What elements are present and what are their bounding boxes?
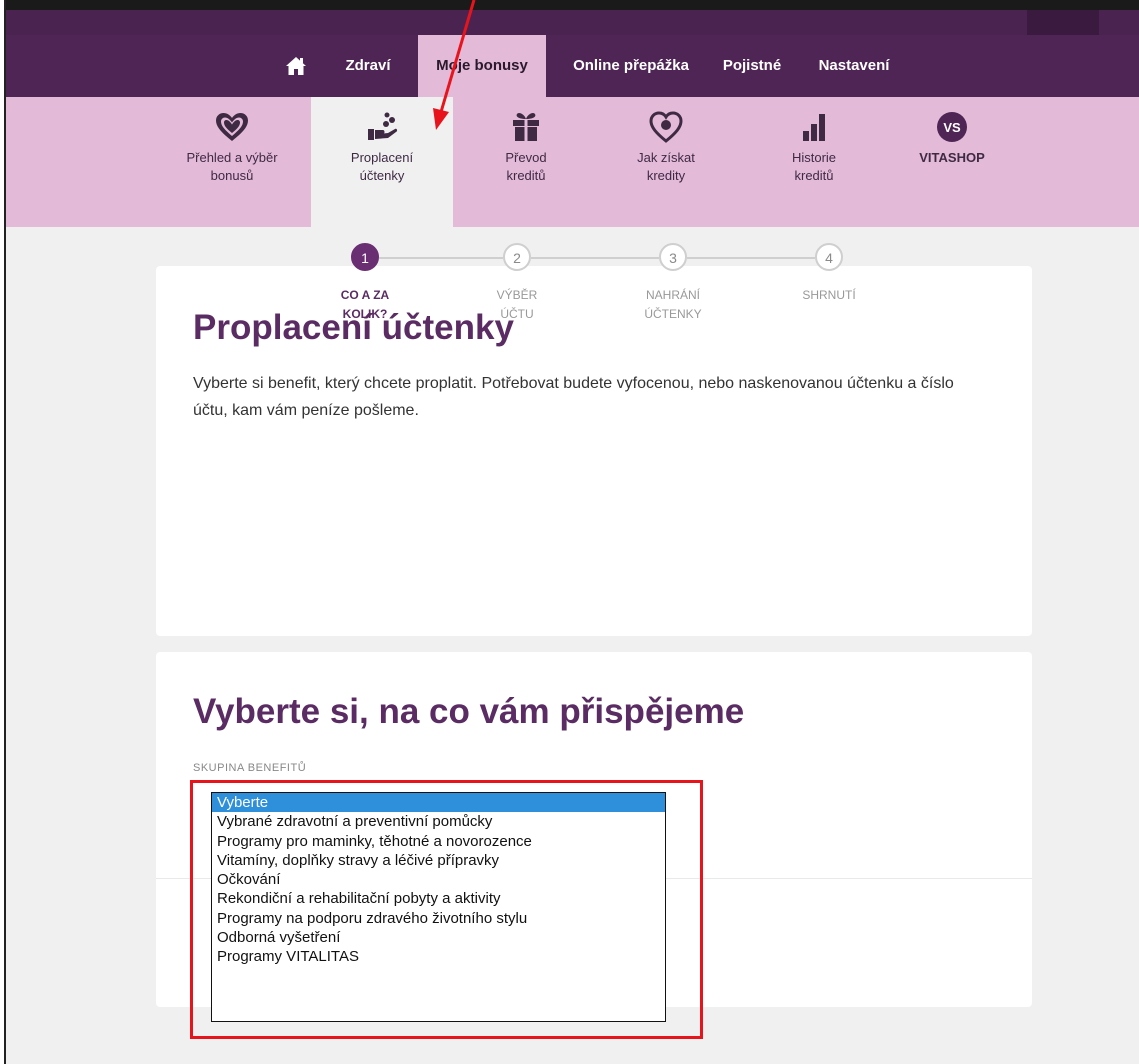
top-band [6,0,1139,35]
sub-nav-prehled[interactable]: Přehled a výběr bonusů [162,97,302,227]
step-connector [687,257,815,259]
sub-nav-jak-ziskat-line2: kredity [646,168,686,183]
main-nav-online-prepazka[interactable]: Online přepážka [556,35,706,97]
gift-icon [513,113,539,141]
step-2-circle[interactable]: 2 [503,243,531,271]
sub-nav-proplaceni-line2: účtenky [359,168,405,183]
sub-nav-prevod[interactable]: Převod kreditů [456,97,596,227]
bar-chart-icon [803,114,825,141]
sub-nav: Přehled a výběr bonusů Proplacení účtenk… [6,97,1139,227]
main-nav-home[interactable] [271,35,321,97]
sub-nav-historie[interactable]: Historie kreditů [744,97,884,227]
step-1-label: CO A ZA KOLIK? [305,286,425,324]
step-2-label: VÝBĚR ÚČTU [457,286,577,324]
step-2-label-line1: VÝBĚR [496,288,538,302]
main-nav-moje-bonusy[interactable]: Moje bonusy [418,35,546,97]
benefit-title: Vyberte si, na co vám přispějeme [193,692,745,731]
step-3-label-line1: NAHRÁNÍ [645,288,700,302]
sub-nav-historie-line1: Historie [791,150,837,165]
main-nav-zdravi[interactable]: Zdraví [333,35,403,97]
step-4-circle[interactable]: 4 [815,243,843,271]
sub-nav-proplaceni[interactable]: Proplacení účtenky [311,97,453,227]
annotation-highlight-box [190,780,703,1039]
sub-nav-prehled-line2: bonusů [210,168,254,183]
sub-nav-vitashop[interactable]: VS VITASHOP [882,97,1022,227]
hand-coins-icon [368,112,398,140]
step-connector [379,257,503,259]
page-description: Vyberte si benefit, který chcete proplat… [193,375,954,419]
step-1-label-line1: CO A ZA [340,288,390,302]
sub-nav-prehled-line1: Přehled a výběr [186,150,278,165]
heart-icon [216,113,248,141]
vs-badge-icon: VS [937,112,967,142]
step-1-circle[interactable]: 1 [351,243,379,271]
step-4-label: SHRNUTÍ [769,286,889,305]
top-band-corner [1027,10,1099,35]
main-nav-nastaveni[interactable]: Nastavení [804,35,904,97]
step-4-label-line1: SHRNUTÍ [802,288,856,302]
home-icon [286,57,306,76]
sub-nav-prevod-line1: Převod [505,150,547,165]
sub-nav-proplaceni-line1: Proplacení [350,150,414,165]
sub-nav-historie-line2: kreditů [794,168,834,183]
heart-badge-icon [649,111,683,143]
step-connector [531,257,659,259]
step-2-label-line2: ÚČTU [500,307,534,321]
vs-badge-text: VS [943,120,961,135]
sub-nav-vitashop-line1: VITASHOP [919,150,985,165]
step-3-label: NAHRÁNÍ ÚČTENKY [613,286,733,324]
step-1-label-line2: KOLIK? [342,307,388,321]
step-3-circle[interactable]: 3 [659,243,687,271]
receipt-card: Proplacení účtenky Vyberte si benefit, k… [156,266,1032,636]
benefit-group-label: SKUPINA BENEFITŮ [193,762,307,774]
sub-nav-prevod-line2: kreditů [506,168,546,183]
step-3-label-line2: ÚČTENKY [644,307,702,321]
main-nav-pojistne[interactable]: Pojistné [712,35,792,97]
main-nav: Zdraví Moje bonusy Online přepážka Pojis… [6,35,1139,97]
sub-nav-jak-ziskat[interactable]: Jak získat kredity [596,97,736,227]
sub-nav-jak-ziskat-line1: Jak získat [637,150,695,165]
